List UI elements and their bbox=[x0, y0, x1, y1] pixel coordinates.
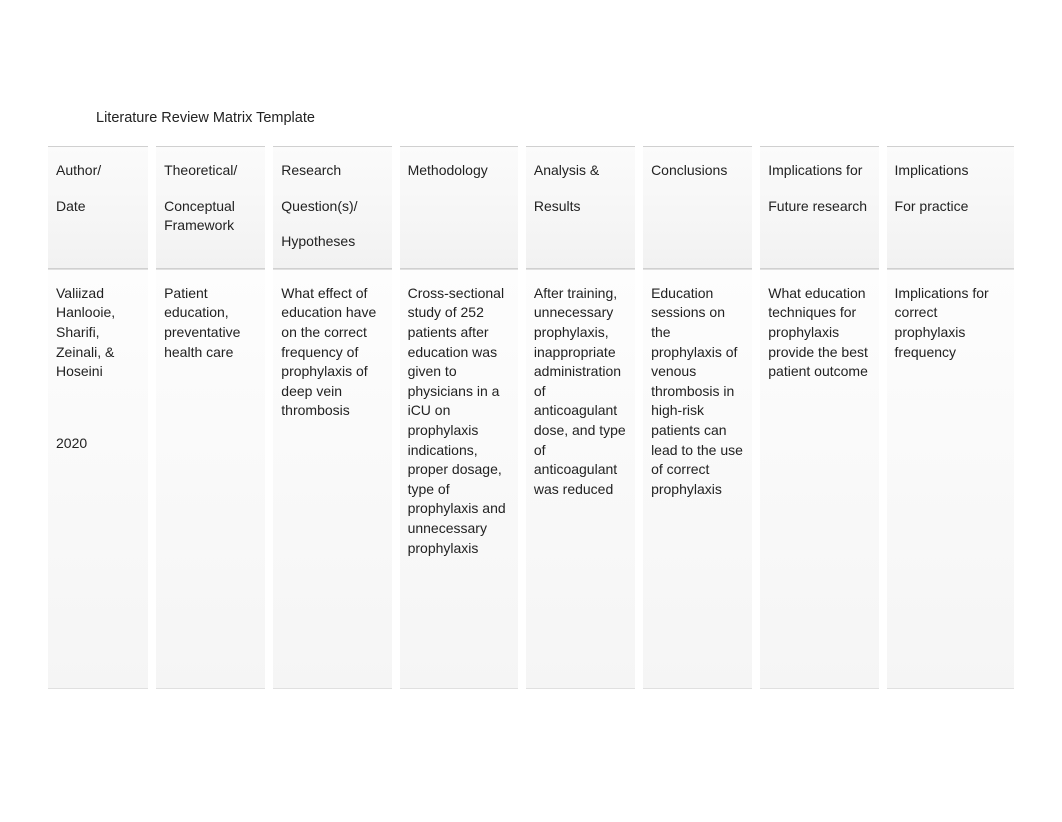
header-future-line2: Future research bbox=[768, 197, 870, 217]
header-practice: Implications For practice bbox=[887, 146, 1014, 269]
header-methodology-label: Methodology bbox=[408, 161, 510, 181]
cell-practice: Implications for correct prophylaxis fre… bbox=[887, 269, 1014, 689]
header-analysis-line2: Results bbox=[534, 197, 627, 217]
header-framework-line1: Theoretical/ bbox=[164, 161, 257, 181]
header-future-line1: Implications for bbox=[768, 161, 870, 181]
header-future: Implications for Future research bbox=[760, 146, 878, 269]
cell-author-date: Valiizad Hanlooie, Sharifi, Zeinali, & H… bbox=[48, 269, 148, 689]
header-framework-line2: Conceptual Framework bbox=[164, 197, 257, 236]
header-question-line2: Question(s)/ bbox=[281, 197, 383, 217]
table-header-row: Author/ Date Theoretical/ Conceptual Fra… bbox=[48, 146, 1014, 269]
header-methodology: Methodology bbox=[400, 146, 518, 269]
literature-review-matrix: Author/ Date Theoretical/ Conceptual Fra… bbox=[40, 146, 1022, 689]
cell-conclusions: Education sessions on the prophylaxis of… bbox=[643, 269, 752, 689]
page-title: Literature Review Matrix Template bbox=[0, 0, 1062, 146]
cell-analysis: After training, unnecessary prophylaxis,… bbox=[526, 269, 635, 689]
header-conclusions-label: Conclusions bbox=[651, 161, 744, 181]
header-author-date: Author/ Date bbox=[48, 146, 148, 269]
header-date-label: Date bbox=[56, 197, 140, 217]
header-analysis-line1: Analysis & bbox=[534, 161, 627, 181]
header-question-line3: Hypotheses bbox=[281, 232, 383, 252]
header-practice-line1: Implications bbox=[895, 161, 1006, 181]
cell-author: Valiizad Hanlooie, Sharifi, Zeinali, & H… bbox=[56, 284, 140, 382]
header-framework: Theoretical/ Conceptual Framework bbox=[156, 146, 265, 269]
header-analysis: Analysis & Results bbox=[526, 146, 635, 269]
cell-framework: Patient education, preventative health c… bbox=[156, 269, 265, 689]
header-author-label: Author/ bbox=[56, 161, 140, 181]
header-conclusions: Conclusions bbox=[643, 146, 752, 269]
cell-methodology: Cross-sectional study of 252 patients af… bbox=[400, 269, 518, 689]
cell-question: What effect of education have on the cor… bbox=[273, 269, 391, 689]
header-question-line1: Research bbox=[281, 161, 383, 181]
cell-future: What education techniques for prophylaxi… bbox=[760, 269, 878, 689]
header-practice-line2: For practice bbox=[895, 197, 1006, 217]
cell-date: 2020 bbox=[56, 434, 140, 454]
table-row: Valiizad Hanlooie, Sharifi, Zeinali, & H… bbox=[48, 269, 1014, 689]
header-question: Research Question(s)/ Hypotheses bbox=[273, 146, 391, 269]
